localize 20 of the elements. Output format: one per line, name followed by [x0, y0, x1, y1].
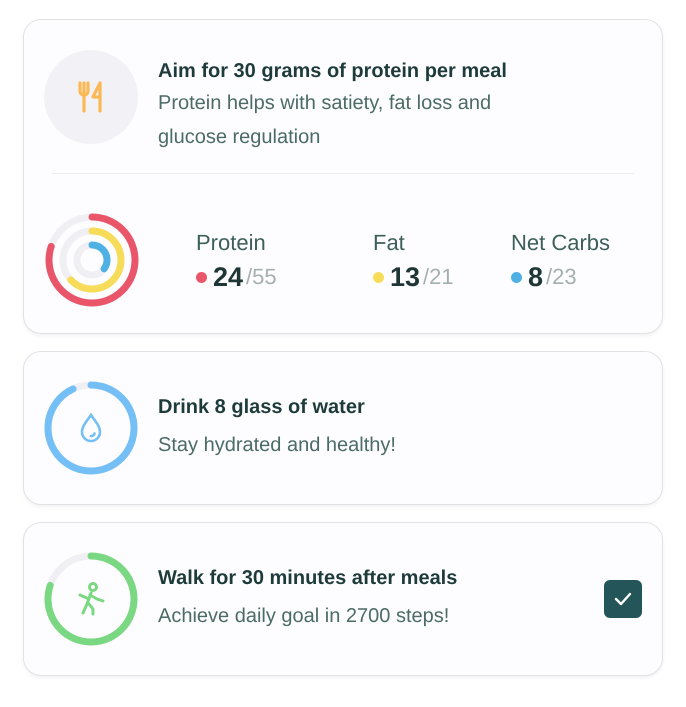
- goal-title: Drink 8 glass of water: [158, 395, 366, 420]
- goal-description: Stay hydrated and healthy!: [158, 433, 397, 458]
- macro-value: 24: [213, 262, 244, 292]
- fork-knife-icon: [78, 81, 104, 113]
- checkmark-icon: [614, 592, 632, 606]
- goal-description: Achieve daily goal in 2700 steps!: [158, 604, 450, 629]
- macro-value: 13: [390, 262, 420, 292]
- macro-label: Protein: [196, 228, 267, 256]
- card-title: Aim for 30 grams of protein per meal: [158, 59, 508, 84]
- macro-target: /21: [423, 264, 454, 290]
- goal-title: Walk for 30 minutes after meals: [158, 566, 458, 591]
- macro-value: 8: [528, 262, 544, 292]
- card-description: Protein helps with satiety, fat loss and glucose regulation: [158, 91, 492, 150]
- macro-label: Net Carbs: [511, 228, 610, 256]
- macro-target: /23: [546, 264, 577, 290]
- checkbox[interactable]: [604, 580, 642, 618]
- macro-target: /55: [246, 264, 277, 290]
- macro-label: Fat: [373, 228, 406, 256]
- walking-person-icon: [76, 582, 106, 616]
- water-drop-icon: [79, 413, 103, 443]
